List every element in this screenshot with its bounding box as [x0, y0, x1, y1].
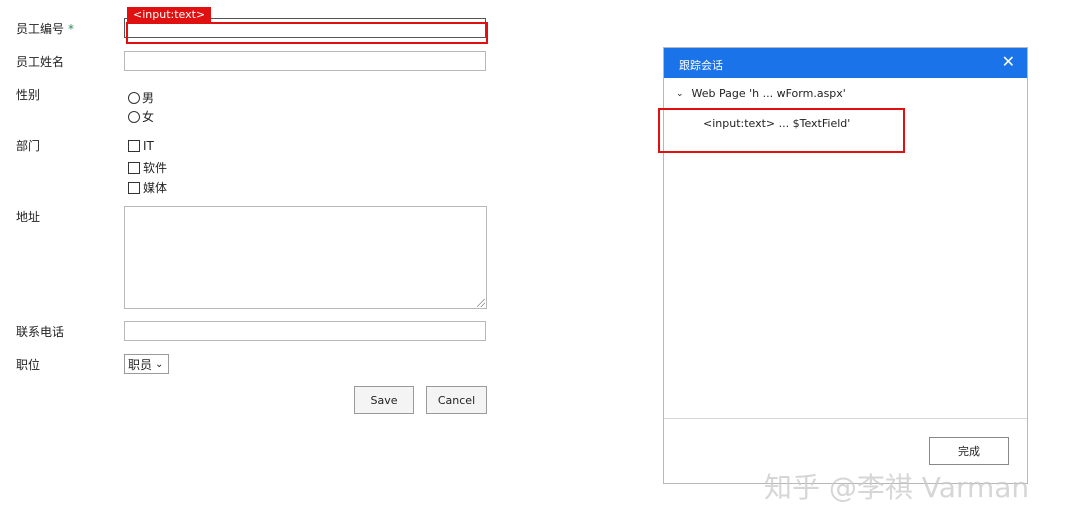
- department-option-it[interactable]: IT: [128, 139, 154, 153]
- dialog-title: 跟踪会话: [679, 59, 723, 72]
- department-option-label: 软件: [143, 161, 168, 175]
- department-option-label: 媒体: [143, 181, 168, 195]
- save-button[interactable]: Save: [354, 386, 414, 414]
- department-option-label: IT: [143, 139, 154, 153]
- gender-option-female[interactable]: 女: [128, 108, 154, 125]
- employee-id-label-text: 员工编号: [16, 22, 65, 36]
- element-highlight-tag: <input:text>: [127, 7, 212, 23]
- department-option-media[interactable]: 媒体: [128, 179, 167, 196]
- gender-label: 性别: [16, 88, 41, 102]
- address-textarea[interactable]: [124, 206, 487, 309]
- employee-name-input[interactable]: [124, 51, 486, 71]
- position-select-value: 职员: [128, 357, 153, 372]
- tree-item-label: Web Page 'h ... wForm.aspx': [691, 87, 846, 100]
- gender-option-male[interactable]: 男: [128, 89, 154, 106]
- tree-item-highlight-box: [658, 108, 905, 153]
- dialog-header: 跟踪会话 ✕: [664, 48, 1027, 78]
- position-label: 职位: [16, 358, 41, 372]
- close-icon[interactable]: ✕: [1002, 53, 1015, 71]
- watermark: 知乎 @李祺 Varman: [764, 471, 1030, 504]
- cancel-button[interactable]: Cancel: [426, 386, 487, 414]
- chevron-down-icon[interactable]: ⌄: [676, 89, 684, 99]
- department-option-software[interactable]: 软件: [128, 159, 167, 176]
- required-mark: *: [68, 22, 75, 36]
- gender-option-label: 女: [142, 110, 155, 124]
- done-button[interactable]: 完成: [929, 437, 1009, 465]
- checkbox[interactable]: [128, 181, 140, 194]
- radio-button[interactable]: [128, 110, 140, 123]
- phone-label: 联系电话: [16, 325, 65, 339]
- address-label: 地址: [16, 210, 41, 224]
- chevron-down-icon: ⌄: [155, 358, 164, 370]
- employee-name-label: 员工姓名: [16, 55, 65, 69]
- dialog-footer-divider: [664, 418, 1027, 419]
- department-label: 部门: [16, 139, 41, 153]
- gender-option-label: 男: [142, 91, 155, 105]
- tree-item-web-page[interactable]: ⌄ Web Page 'h ... wForm.aspx': [676, 87, 846, 100]
- radio-button[interactable]: [128, 91, 140, 104]
- phone-input[interactable]: [124, 321, 486, 341]
- resize-grip-icon[interactable]: [477, 299, 485, 307]
- element-highlight-box: [126, 22, 488, 44]
- employee-id-label: 员工编号 *: [16, 20, 74, 37]
- position-select[interactable]: 职员 ⌄: [124, 354, 169, 374]
- checkbox[interactable]: [128, 161, 140, 174]
- checkbox[interactable]: [128, 140, 140, 152]
